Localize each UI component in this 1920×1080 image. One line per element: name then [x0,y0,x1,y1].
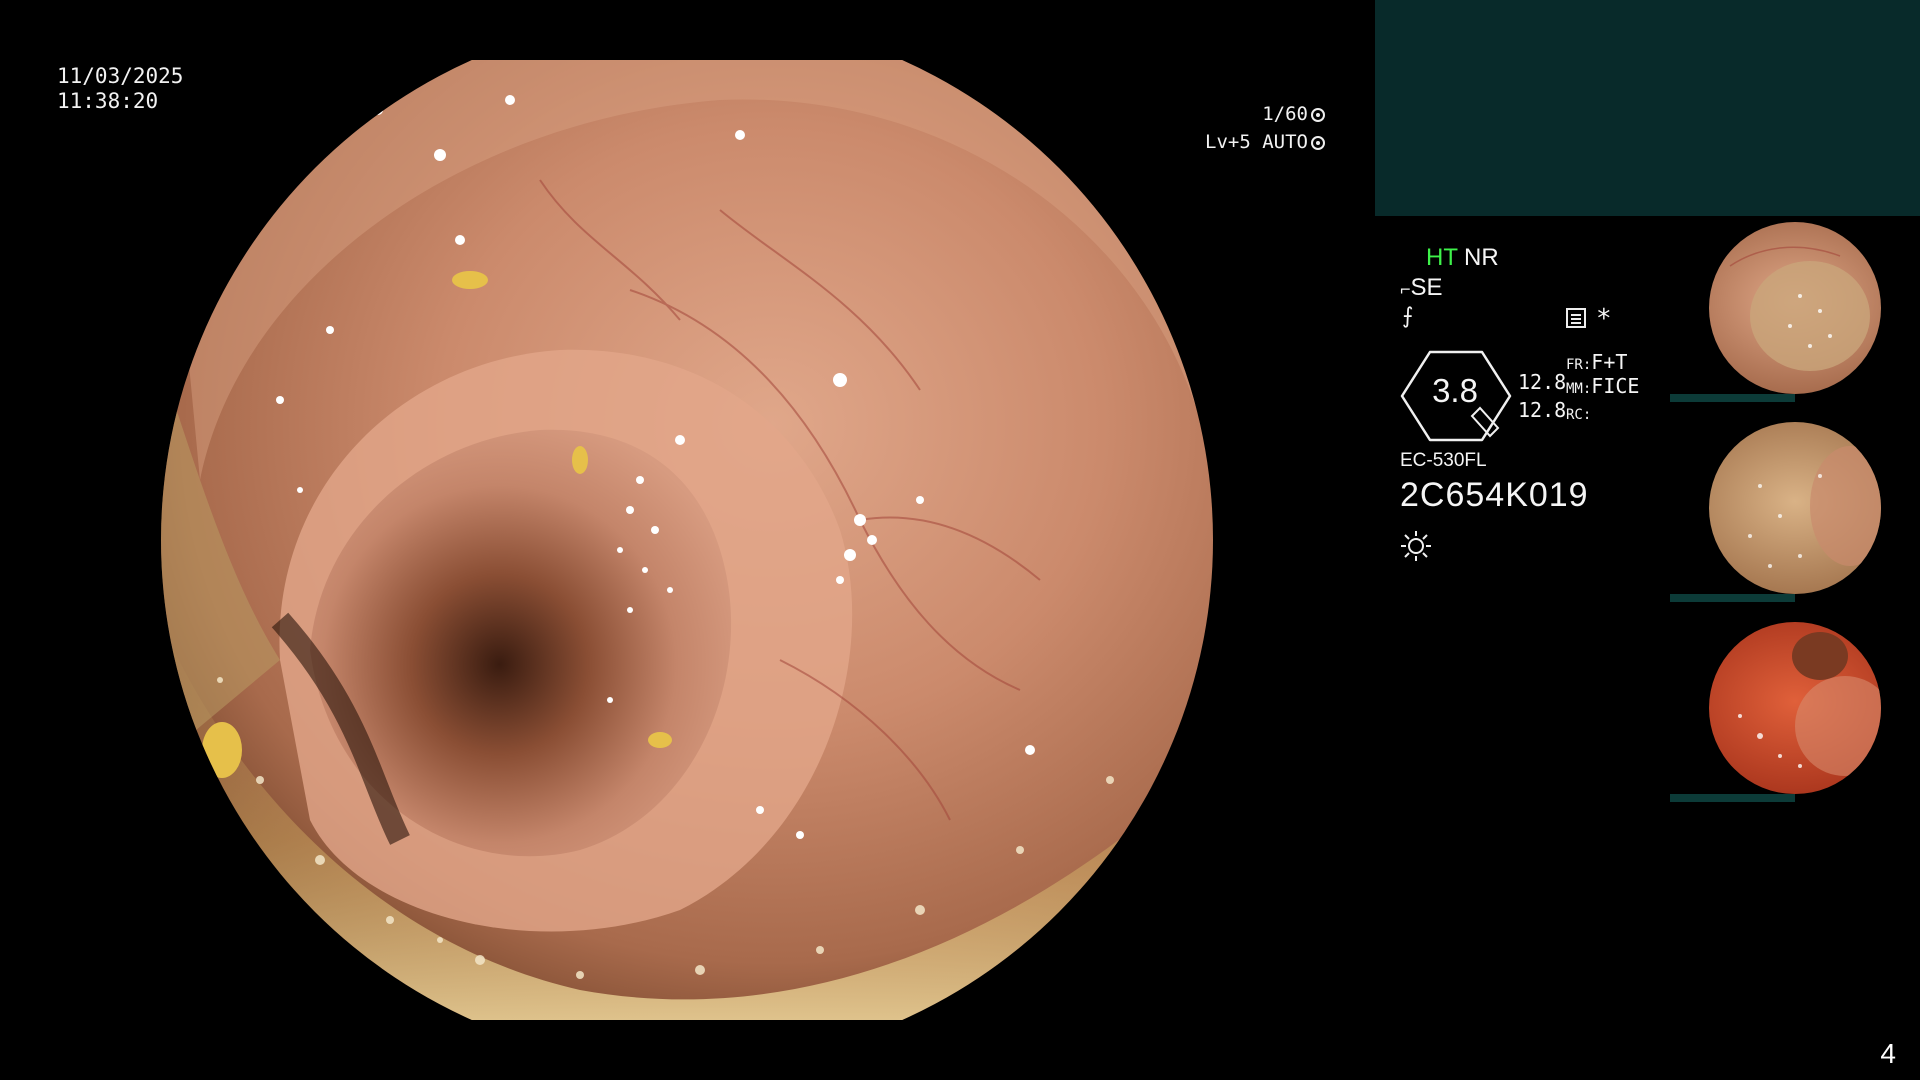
shutter-text: 1/60 [1262,103,1308,125]
thumbnail-1-bar [1670,394,1795,402]
shutter-icon [1311,108,1325,122]
light-icon [1401,531,1431,561]
asterisk-icon: * [1596,304,1612,334]
mm-value: FICE [1591,374,1640,398]
exposure-readout: 1/60 Lv+5 AUTO [1185,100,1325,156]
fr-value: F+T [1591,350,1628,374]
thumbnail-1-image [1709,222,1881,394]
thumbnail-1[interactable] [1670,216,1920,406]
scope-model: EC-530FL [1400,450,1487,471]
value-top: 12.8 [1518,370,1567,394]
mm-row: MM:FICE [1566,374,1639,398]
value-bottom: 12.8 [1518,398,1567,422]
thumbnail-2-bar [1670,594,1795,602]
ht-label: HT [1426,244,1458,271]
se-label: SE [1410,274,1443,301]
thumbnail-2[interactable] [1670,416,1920,606]
flash-icon: ⨍ [1402,304,1414,329]
memo-icon [1566,308,1586,328]
fr-row: FR:F+T [1566,350,1627,374]
rc-row: RC: [1566,400,1591,424]
mm-label: MM: [1566,381,1592,397]
thumbnail-2-image [1709,422,1881,594]
nr-label: NR [1464,244,1499,271]
hose-icon: ⌐ [1400,279,1411,299]
rc-label: RC: [1566,407,1592,423]
scope-info-panel: HT NR ⌐SE ⨍ * 3.8 12.8 12.8 FR:F+T MM:FI… [1400,240,1670,570]
zoom-value: 3.8 [1432,372,1478,409]
scope-serial: 2C654K019 [1400,476,1589,514]
endoscope-main-view [160,60,1215,1020]
thumbnail-3-bar [1670,794,1795,802]
thumbnail-3[interactable] [1670,616,1920,806]
endoscope-image [161,60,1213,1020]
top-right-panel [1375,0,1920,216]
se-row: ⌐SE [1400,274,1443,302]
fr-label: FR: [1566,357,1592,373]
auto-icon [1311,136,1325,150]
page-number: 4 [1880,1038,1896,1069]
thumbnail-3-image [1709,622,1881,794]
level-text: Lv+5 AUTO [1205,131,1308,153]
